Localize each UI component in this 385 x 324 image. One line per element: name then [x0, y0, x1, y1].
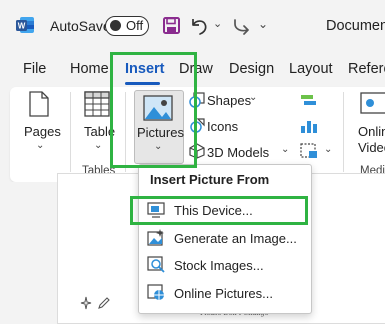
table-dropdown-icon[interactable]: ⌄ — [94, 140, 102, 151]
generate-image-option[interactable]: Generate an Image... — [174, 231, 297, 246]
stock-images-icon — [147, 256, 165, 273]
tab-references[interactable]: Refere — [348, 61, 385, 77]
undo-dropdown-icon[interactable]: ⌄ — [213, 17, 222, 30]
pages-button[interactable]: Pages — [24, 124, 61, 139]
3d-models-dropdown-icon[interactable]: ⌄ — [281, 144, 289, 155]
svg-text:W: W — [18, 22, 26, 31]
smartart-icon[interactable] — [300, 94, 318, 108]
autosave-state: Off — [126, 18, 144, 33]
pen-icon[interactable] — [97, 296, 111, 310]
tab-layout[interactable]: Layout — [289, 61, 333, 77]
more-icon[interactable]: ⌄ — [258, 17, 268, 31]
autosave-toggle[interactable]: Off — [105, 16, 149, 36]
pictures-label: Pictures — [137, 125, 184, 140]
save-icon[interactable] — [163, 17, 180, 34]
online-video-label-2: Video — [358, 140, 385, 155]
pages-icon — [29, 91, 49, 117]
sparkle-icon[interactable] — [80, 296, 92, 310]
tab-file[interactable]: File — [23, 61, 46, 77]
online-video-icon — [360, 92, 385, 114]
pages-dropdown-icon[interactable]: ⌄ — [36, 140, 44, 151]
word-logo-icon: W — [16, 17, 34, 33]
tab-design[interactable]: Design — [229, 61, 274, 77]
this-device-option[interactable]: This Device... — [174, 203, 253, 218]
shapes-icon — [189, 92, 205, 108]
screenshot-icon[interactable] — [300, 143, 318, 159]
table-icon — [84, 91, 110, 117]
icons-button[interactable]: Icons — [207, 119, 238, 134]
screenshot-dropdown-icon[interactable]: ⌄ — [324, 144, 332, 155]
icons-icon — [190, 118, 205, 133]
online-video-button[interactable]: Onlin — [358, 124, 385, 139]
separator — [343, 92, 344, 172]
stock-images-option[interactable]: Stock Images... — [174, 258, 264, 273]
tab-draw[interactable]: Draw — [179, 61, 213, 77]
active-tab-indicator — [125, 82, 160, 85]
separator — [70, 92, 71, 172]
online-pictures-icon — [147, 284, 164, 300]
insert-picture-header: Insert Picture From — [150, 172, 270, 187]
shapes-dropdown-icon[interactable]: ⌄ — [249, 92, 257, 103]
tab-insert[interactable]: Insert — [125, 61, 165, 77]
this-device-icon — [147, 202, 165, 218]
pictures-dropdown-icon[interactable]: ⌄ — [154, 141, 162, 152]
separator — [125, 92, 126, 172]
autosave-label: AutoSave — [50, 18, 111, 34]
undo-icon[interactable] — [188, 15, 210, 37]
online-pictures-option[interactable]: Online Pictures... — [174, 286, 273, 301]
redo-icon[interactable] — [232, 17, 252, 35]
chart-icon[interactable] — [300, 118, 318, 134]
3d-models-icon — [189, 143, 205, 159]
toggle-knob — [110, 20, 121, 31]
table-button[interactable]: Table — [84, 124, 115, 139]
picture-icon — [143, 95, 173, 121]
shapes-button[interactable]: Shapes — [207, 93, 251, 108]
document-title: Document1 — [326, 18, 385, 34]
tab-home[interactable]: Home — [70, 61, 109, 77]
3d-models-button[interactable]: 3D Models — [207, 145, 269, 160]
generate-image-icon — [147, 229, 164, 246]
